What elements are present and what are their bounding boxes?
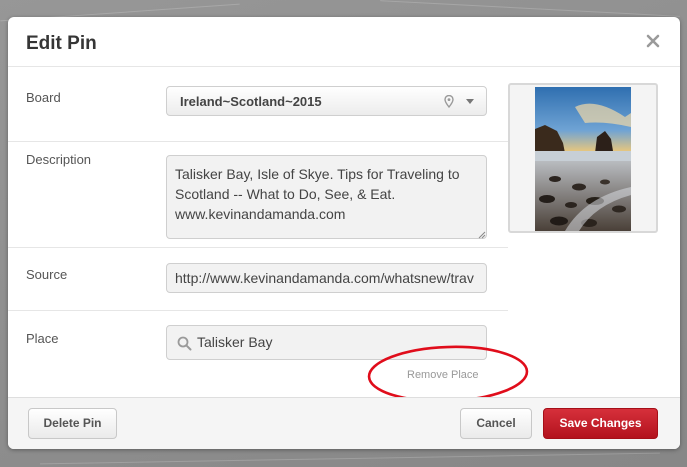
dialog-header: Edit Pin: [8, 17, 680, 67]
place-label: Place: [26, 331, 59, 346]
description-textarea[interactable]: Talisker Bay, Isle of Skye. Tips for Tra…: [166, 155, 487, 239]
description-row: Description Talisker Bay, Isle of Skye. …: [8, 142, 508, 248]
annotation-oval: [367, 345, 529, 403]
dialog-footer: Delete Pin Cancel Save Changes: [8, 397, 680, 449]
source-url-input[interactable]: http://www.kevinandamanda.com/whatsnew/t…: [166, 263, 487, 293]
delete-pin-button[interactable]: Delete Pin: [28, 408, 117, 439]
location-pin-icon: [444, 94, 454, 109]
board-select[interactable]: Ireland~Scotland~2015: [166, 86, 487, 116]
edit-pin-dialog: Edit Pin Board Ireland~Scotland~2015 Des…: [8, 17, 680, 449]
close-icon[interactable]: [646, 34, 660, 48]
resize-grip-icon[interactable]: [478, 231, 486, 239]
board-label: Board: [26, 90, 61, 105]
board-row: Board Ireland~Scotland~2015: [8, 68, 508, 142]
pin-image-thumbnail: [508, 83, 658, 233]
cancel-button[interactable]: Cancel: [460, 408, 532, 439]
pin-photo: [535, 87, 631, 231]
save-changes-button[interactable]: Save Changes: [543, 408, 658, 439]
description-label: Description: [26, 152, 92, 167]
map-line: [40, 452, 660, 465]
source-row: Source http://www.kevinandamanda.com/wha…: [8, 248, 508, 311]
chevron-down-icon: [466, 99, 474, 104]
source-label: Source: [26, 267, 68, 282]
map-line: [380, 0, 680, 17]
search-icon: [177, 336, 192, 351]
board-selected-value: Ireland~Scotland~2015: [180, 94, 322, 109]
place-value: Talisker Bay: [197, 334, 273, 350]
dialog-title: Edit Pin: [26, 33, 97, 54]
